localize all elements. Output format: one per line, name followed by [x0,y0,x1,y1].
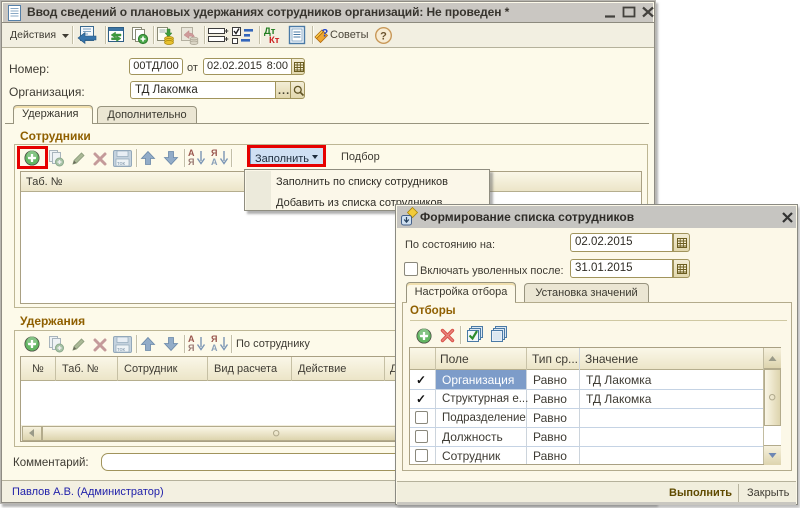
svg-text:ток: ток [117,161,126,167]
svg-text:?: ? [322,28,329,40]
svg-text:ток: ток [117,347,126,353]
svg-text:?: ? [380,31,387,43]
